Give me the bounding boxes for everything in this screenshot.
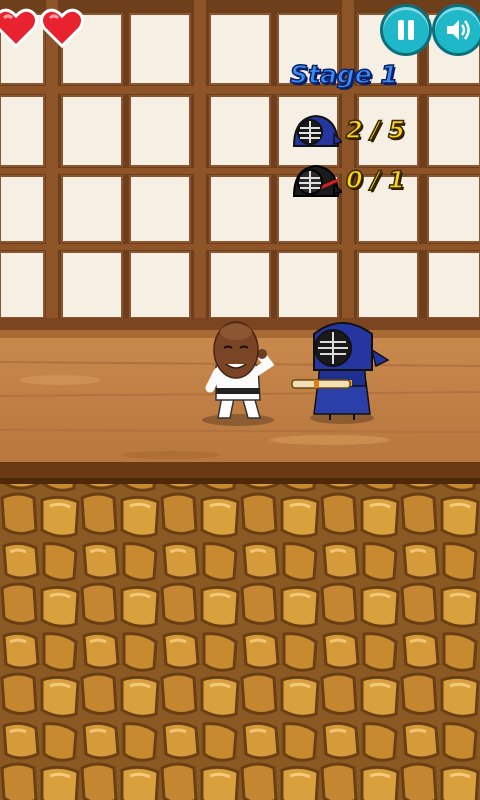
blue-kendo-icon [292,114,342,147]
enemy-counter-label: 2 / 5 [345,115,405,145]
heart-icon [40,8,84,48]
hud: Stage 1 2 / 5 0 / 1 [0,0,480,220]
rock-wall [0,484,480,800]
pause-icon [398,20,414,40]
enemy-counter-black: 0 / 1 [290,162,470,202]
stage-title: Stage 1 [289,59,398,90]
pause-button[interactable] [380,4,432,56]
black-kendo-icon [292,164,342,197]
sound-button[interactable] [432,4,480,56]
speaker-icon [447,20,470,40]
enemy-counter-label: 0 / 1 [345,165,405,195]
enemy-counter-blue: 2 / 5 [290,112,470,152]
heart-icon [0,8,38,48]
